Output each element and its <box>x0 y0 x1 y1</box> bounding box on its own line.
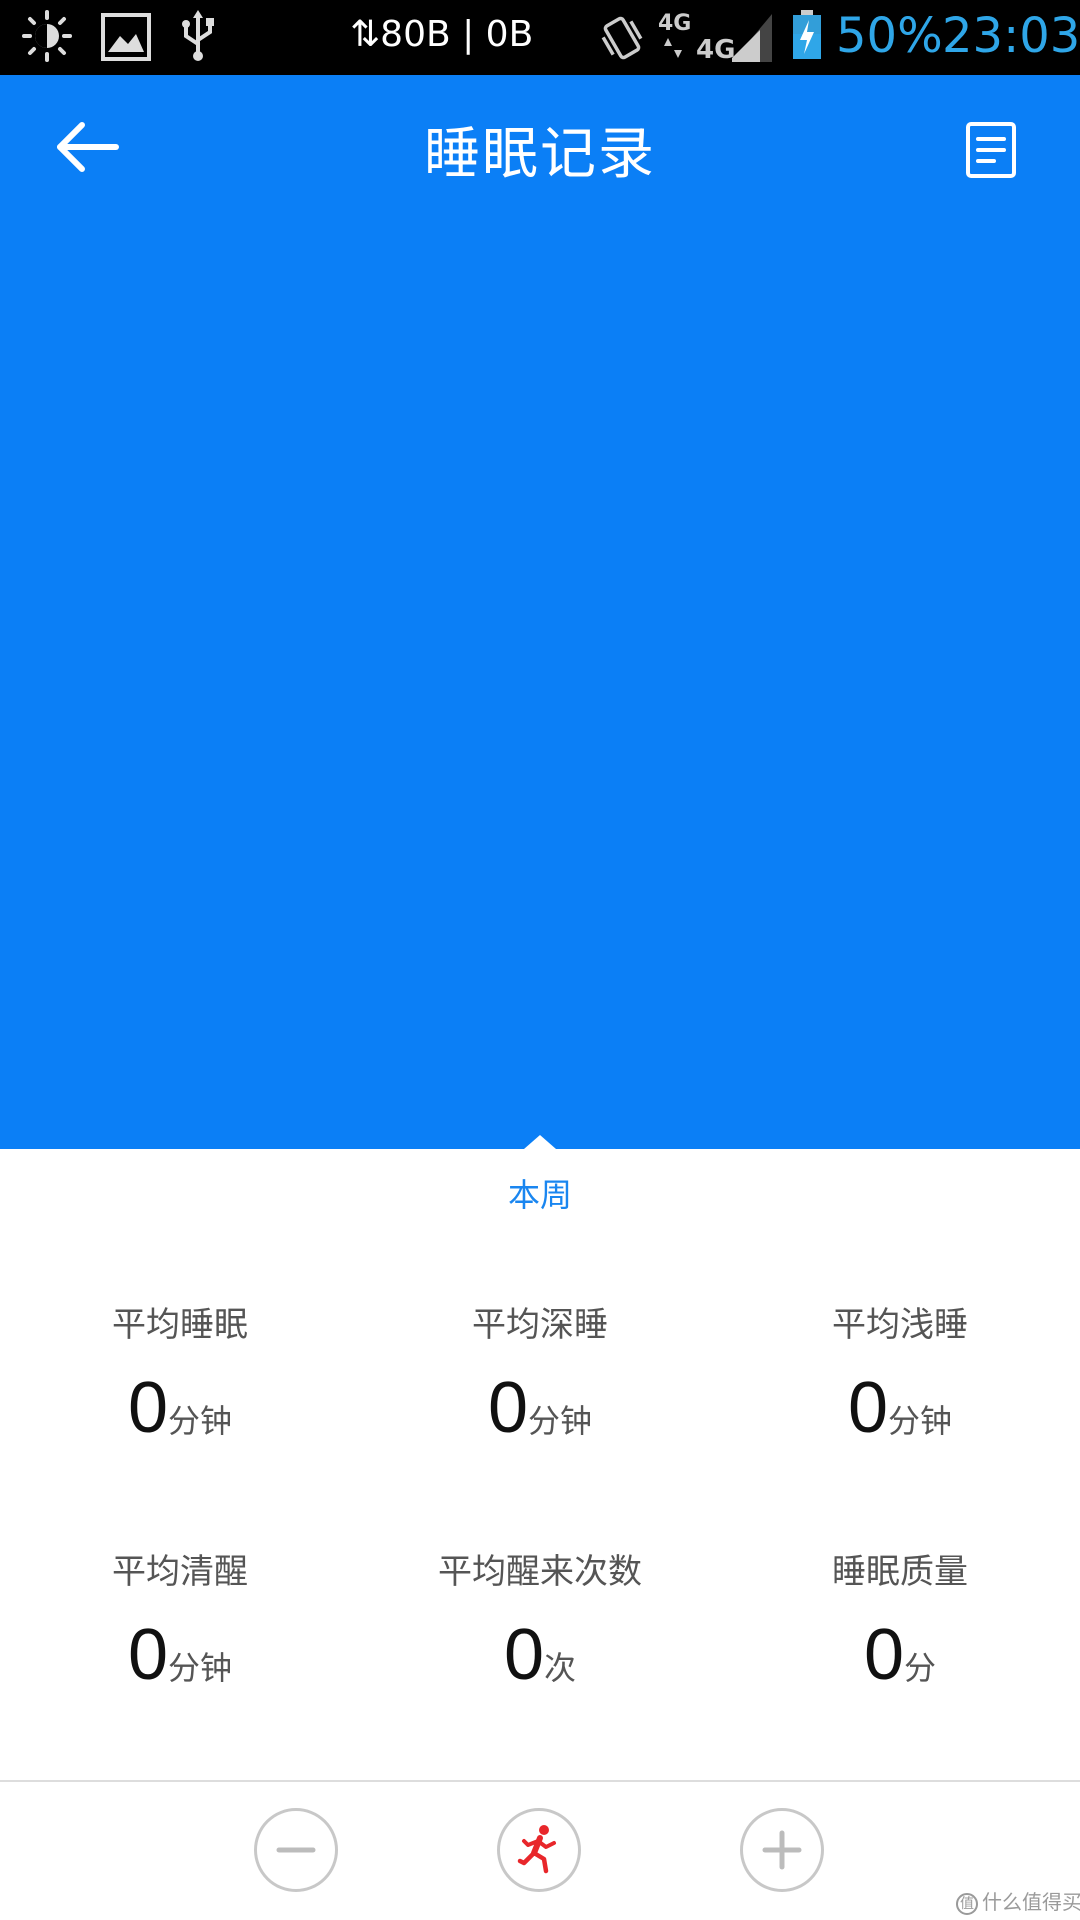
running-person-icon <box>517 1825 556 1874</box>
stat-unit: 分钟 <box>528 1402 593 1440</box>
stat-label: 平均深睡 <box>472 1305 608 1345</box>
stat-value: 0 <box>127 1615 169 1695</box>
stat-value: 0 <box>847 1368 889 1448</box>
plus-icon <box>762 1830 802 1870</box>
stat-unit: 次 <box>544 1649 577 1687</box>
stat-unit: 分 <box>904 1649 937 1687</box>
stat-value: 0 <box>503 1615 545 1695</box>
stat-value: 0 <box>487 1368 529 1448</box>
period-pointer <box>524 1135 556 1149</box>
clock-text: 23:03 <box>942 8 1080 64</box>
sleep-chart-area[interactable] <box>0 215 1080 1135</box>
stat-label: 睡眠质量 <box>832 1552 968 1592</box>
stat-unit: 分钟 <box>168 1402 233 1440</box>
image-icon <box>100 12 152 66</box>
stat-average-awake: 平均清醒 0分钟 <box>0 1547 360 1691</box>
stat-average-deep-sleep: 平均深睡 0分钟 <box>360 1300 720 1444</box>
previous-button[interactable] <box>254 1808 338 1892</box>
period-label-this-week[interactable]: 本周 <box>0 1170 1080 1216</box>
svg-text:4G: 4G <box>658 11 691 36</box>
activity-mode-button[interactable] <box>497 1808 581 1892</box>
stat-value: 0 <box>863 1615 905 1695</box>
stat-average-light-sleep: 平均浅睡 0分钟 <box>720 1300 1080 1444</box>
next-button[interactable] <box>740 1808 824 1892</box>
stat-label: 平均醒来次数 <box>438 1552 642 1592</box>
stat-sleep-quality: 睡眠质量 0分 <box>720 1547 1080 1691</box>
stat-label: 平均清醒 <box>112 1552 248 1592</box>
stat-label: 平均睡眠 <box>112 1305 248 1345</box>
sleep-chart-header: 睡眠记录 <box>0 75 1080 1149</box>
list-view-button[interactable] <box>960 119 1022 181</box>
status-bar: ⇅80B | 0B 4G 4G 50% 23:03 <box>0 0 1080 75</box>
bottom-divider <box>0 1780 1080 1782</box>
page-title: 睡眠记录 <box>424 122 656 187</box>
stat-label: 平均浅睡 <box>832 1305 968 1345</box>
usb-icon <box>178 10 218 68</box>
sleep-record-screen: ⇅80B | 0B 4G 4G 50% 23:03 睡眠记录 本周 平均睡眠 0… <box>0 0 1080 1920</box>
brightness-icon <box>22 10 72 66</box>
list-document-icon <box>966 122 1016 178</box>
network-speed-text: ⇅80B | 0B <box>350 14 534 55</box>
vibrate-icon <box>598 12 646 68</box>
watermark: 值什么值得买 <box>956 1886 1080 1915</box>
battery-percent-text: 50% <box>836 8 943 64</box>
network-4g-icon: 4G 4G <box>656 8 776 70</box>
watermark-logo-icon: 值 <box>956 1892 978 1915</box>
watermark-text: 什么值得买 <box>982 1890 1080 1914</box>
stat-average-sleep: 平均睡眠 0分钟 <box>0 1300 360 1444</box>
minus-icon <box>276 1847 316 1853</box>
network-type-text: 4G <box>696 35 735 65</box>
stat-average-wake-count: 平均醒来次数 0次 <box>360 1547 720 1691</box>
stat-unit: 分钟 <box>168 1649 233 1687</box>
battery-charging-icon <box>790 8 824 66</box>
stat-unit: 分钟 <box>888 1402 953 1440</box>
stat-value: 0 <box>127 1368 169 1448</box>
